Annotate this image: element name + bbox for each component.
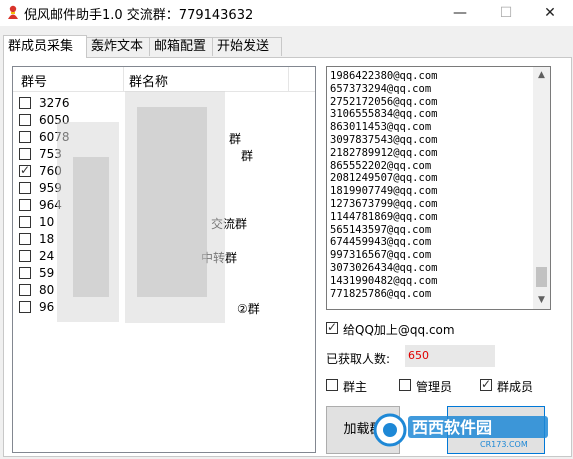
checkbox-box[interactable] (326, 379, 338, 391)
email-line: 3106555834@qq.com (330, 108, 438, 121)
email-line: 1431990482@qq.com (330, 274, 438, 287)
count-value: 650 (405, 345, 495, 367)
minimize-icon: — (453, 5, 467, 21)
row-checkbox[interactable] (19, 97, 31, 109)
email-line: 1273673799@qq.com (330, 197, 438, 210)
column-separator[interactable] (288, 67, 289, 91)
checkbox-label: 群主 (343, 380, 368, 394)
email-list-textarea[interactable]: 1986422380@qq.com 657373294@qq.com 27521… (326, 66, 551, 310)
email-line: 3097837543@qq.com (330, 133, 438, 146)
tab-label: 邮箱配置 (154, 39, 207, 54)
window-title: 倪风邮件助手1.0 交流群：779143632 (24, 8, 254, 23)
row-checkbox[interactable] (19, 267, 31, 279)
email-scrollbar[interactable]: ▲ ▼ (533, 67, 550, 309)
email-line: 771825786@qq.com (330, 287, 432, 300)
close-button[interactable]: ✕ (527, 0, 573, 26)
email-line: 865552202@qq.com (330, 159, 432, 172)
email-list: 1986422380@qq.com 657373294@qq.com 27521… (330, 70, 437, 300)
row-checkbox[interactable] (19, 182, 31, 194)
maximize-icon: ☐ (499, 5, 513, 21)
group-id: 24 (39, 249, 55, 263)
row-checkbox[interactable] (19, 301, 31, 313)
tab-mailbox-config[interactable]: 邮箱配置 (149, 37, 217, 56)
group-id: 96 (39, 300, 55, 314)
app-icon (8, 5, 18, 19)
group-id: 59 (39, 266, 55, 280)
email-line: 2752172056@qq.com (330, 95, 438, 108)
title-bar: 倪风邮件助手1.0 交流群：779143632 — ☐ ✕ (0, 0, 573, 26)
column-group-name[interactable]: 群名称 (129, 71, 168, 90)
watermark-url: CR173.COM (480, 440, 528, 449)
row-checkbox[interactable] (19, 131, 31, 143)
email-line: 565143597@qq.com (330, 223, 432, 236)
scroll-up-icon[interactable]: ▲ (533, 67, 550, 84)
redaction-mosaic (73, 157, 109, 297)
email-line: 863011453@qq.com (330, 121, 432, 134)
checkbox-label: 给QQ加上@qq.com (343, 323, 455, 337)
group-name: ②群 (237, 302, 260, 316)
tab-member-collect[interactable]: 群成员采集 (3, 35, 87, 58)
maximize-button[interactable]: ☐ (483, 0, 529, 26)
row-checkbox[interactable] (19, 250, 31, 262)
column-separator[interactable] (123, 67, 124, 91)
email-line: 997316567@qq.com (330, 249, 432, 262)
group-list-header: 群号 群名称 (13, 67, 315, 92)
email-line: 2081249507@qq.com (330, 172, 438, 185)
email-line: 674459943@qq.com (330, 236, 432, 249)
column-group-id[interactable]: 群号 (21, 71, 47, 90)
group-name: 群 (241, 149, 254, 163)
row-checkbox[interactable] (19, 163, 31, 177)
group-id: 3276 (39, 96, 70, 110)
group-list[interactable]: 群号 群名称 3276 6050 6078群 753群 760 959 964 … (12, 66, 316, 453)
tab-label: 轰炸文本 (91, 39, 144, 54)
email-line: 2182789912@qq.com (330, 146, 438, 159)
redaction-mosaic (137, 107, 207, 297)
row-checkbox[interactable] (19, 284, 31, 296)
group-id: 80 (39, 283, 55, 297)
scroll-down-icon[interactable]: ▼ (533, 292, 550, 309)
email-line: 1144781869@qq.com (330, 210, 438, 223)
checkbox-box[interactable] (480, 377, 492, 391)
row-checkbox[interactable] (19, 216, 31, 228)
row-checkbox[interactable] (19, 233, 31, 245)
tab-bomb-text[interactable]: 轰炸文本 (86, 37, 154, 56)
row-checkbox[interactable] (19, 199, 31, 211)
scroll-thumb[interactable] (536, 267, 547, 287)
close-icon: ✕ (544, 5, 556, 21)
checkbox-box[interactable] (399, 379, 411, 391)
group-id: 10 (39, 215, 55, 229)
tab-label: 群成员采集 (8, 39, 74, 54)
checkbox-label: 管理员 (416, 380, 453, 394)
email-line: 3073026434@qq.com (330, 261, 438, 274)
email-line: 657373294@qq.com (330, 82, 432, 95)
watermark-text: 西西软件园 (412, 418, 492, 437)
group-id: 18 (39, 232, 55, 246)
row-checkbox[interactable] (19, 148, 31, 160)
email-line: 1986422380@qq.com (330, 70, 438, 82)
tab-start-send[interactable]: 开始发送 (212, 37, 282, 56)
checkbox-label: 群成员 (497, 380, 534, 394)
tab-label: 开始发送 (217, 39, 270, 54)
checkbox-box[interactable] (326, 320, 338, 334)
group-name: 群 (229, 132, 242, 146)
minimize-button[interactable]: — (437, 0, 483, 26)
row-checkbox[interactable] (19, 114, 31, 126)
email-line: 1819907749@qq.com (330, 185, 438, 198)
watermark-logo: 西西软件园 CR173.COM (373, 413, 548, 449)
count-label: 已获取人数: (326, 352, 391, 366)
